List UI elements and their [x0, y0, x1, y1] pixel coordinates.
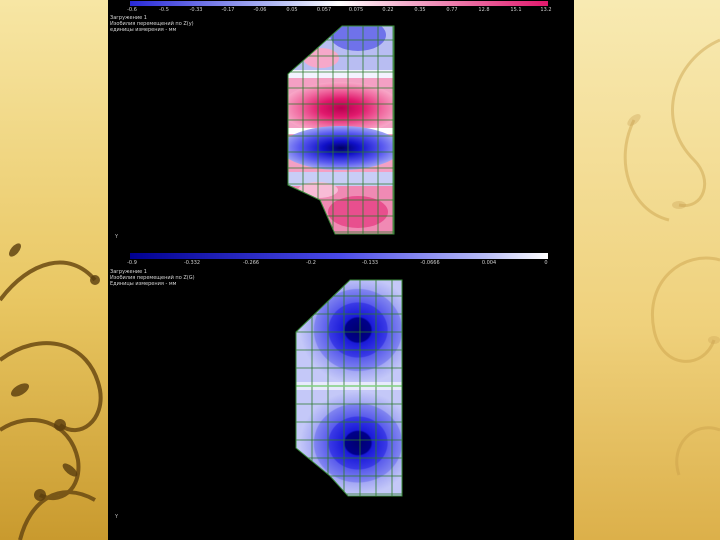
scale-tick: -0.06	[253, 7, 267, 13]
scale-tick: 15.1	[510, 7, 522, 13]
scale-tick: 13.2	[540, 7, 552, 13]
left-decorative-border	[0, 0, 108, 540]
scale-tick: -0.133	[361, 260, 379, 266]
scale-tick: 0.075	[348, 7, 364, 13]
scale-tick: 0.004	[481, 260, 497, 266]
scale-tick: -0.0666	[420, 260, 440, 266]
scale-tick: 0.77	[446, 7, 458, 13]
scale-tick: -0.33	[189, 7, 203, 13]
scale-tick: -0.6	[127, 7, 137, 13]
axis-label: Y	[115, 234, 119, 240]
scale-tick: -0.2	[306, 260, 316, 266]
scale-tick: 0	[544, 260, 548, 266]
axis-label: Y	[115, 514, 119, 520]
scale-tick: 0.35	[414, 7, 426, 13]
scale-tick: -0.266	[242, 260, 260, 266]
scale-tick: 0.22	[382, 7, 394, 13]
scale-tick: -0.332	[183, 260, 201, 266]
contour-plot-top: -0.6 -0.5 -0.33 -0.17 -0.06 0.05 0.057 0…	[108, 0, 574, 248]
scale-tick: -0.5	[159, 7, 169, 13]
info-line: единицы измерения - мм	[110, 27, 177, 33]
gold-swirl-ornament-icon	[623, 38, 720, 476]
scale-tick: 0.05	[286, 7, 298, 13]
scale-tick: -0.17	[221, 7, 235, 13]
gold-swirl-ornament-icon	[0, 243, 103, 540]
contour-field	[288, 26, 394, 234]
scale-tick: 0.057	[316, 7, 332, 13]
color-scale-bar	[130, 253, 548, 259]
right-decorative-border	[574, 0, 720, 540]
contour-field	[296, 280, 402, 496]
info-line: Единицы измерения - мм	[110, 281, 177, 287]
scale-tick: 12.8	[478, 7, 490, 13]
contour-plot-bottom: -0.9 -0.332 -0.266 -0.2 -0.133 -0.0666 0…	[108, 248, 574, 540]
scale-tick: -0.9	[127, 260, 137, 266]
color-scale-bar	[130, 1, 548, 6]
